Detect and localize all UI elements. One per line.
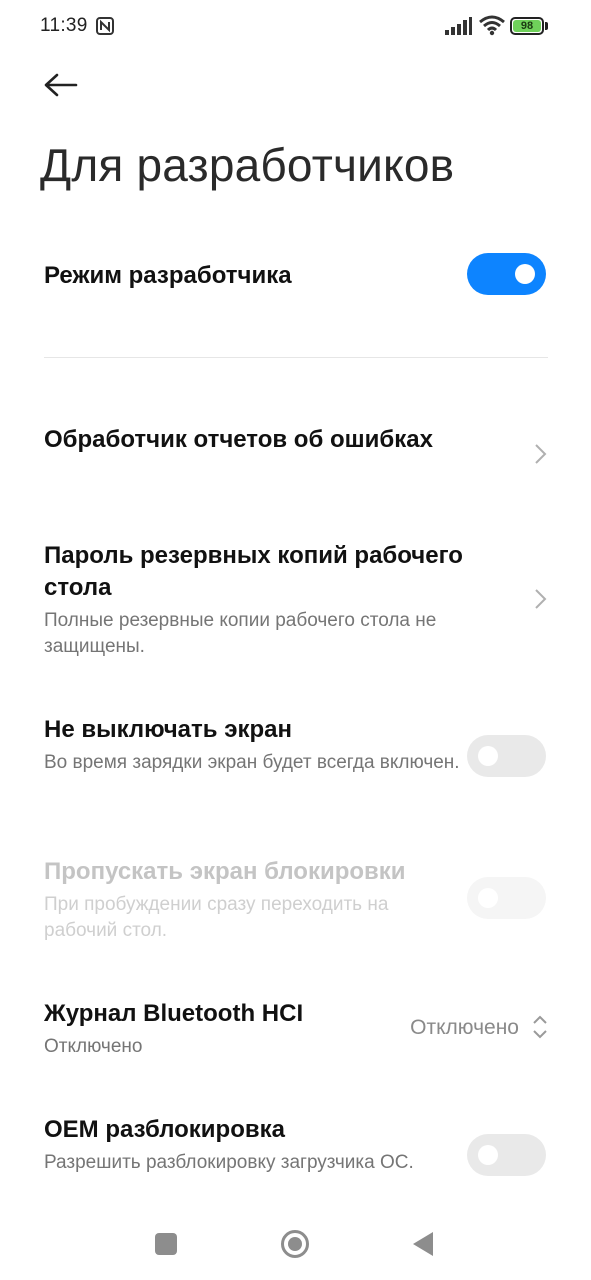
back-triangle-icon[interactable] [412, 1231, 434, 1257]
oem-unlock-row[interactable]: OEM разблокировка Разрешить разблокировк… [0, 1114, 591, 1204]
developer-options-screen: 11:39 98 Для разработчиков Режим разрабо… [0, 0, 591, 1280]
oem-unlock-toggle[interactable] [467, 1134, 546, 1176]
skip-lockscreen-subtitle: При пробуждении сразу переходить на рабо… [44, 894, 389, 941]
developer-mode-toggle[interactable] [467, 253, 546, 295]
oem-unlock-subtitle: Разрешить разблокировку загрузчика ОС. [44, 1152, 414, 1173]
bug-report-row[interactable]: Обработчик отчетов об ошибках [0, 420, 591, 490]
page-title: Для разработчиков [40, 139, 455, 191]
skip-lockscreen-toggle [467, 877, 546, 919]
backup-password-subtitle: Полные резервные копии рабочего стола не… [44, 610, 437, 657]
stay-awake-subtitle: Во время зарядки экран будет всегда вклю… [44, 752, 460, 773]
arrow-left-icon[interactable] [40, 66, 82, 108]
bug-report-title: Обработчик отчетов об ошибках [44, 426, 433, 453]
chevron-right-icon [535, 589, 547, 609]
oem-unlock-title: OEM разблокировка [44, 1116, 285, 1143]
battery-icon: 98 [510, 17, 548, 35]
wifi-icon [479, 15, 505, 36]
recents-square-icon[interactable] [155, 1233, 177, 1255]
stay-awake-row[interactable]: Не выключать экран Во время зарядки экра… [0, 714, 591, 804]
divider [44, 357, 548, 358]
stay-awake-toggle[interactable] [467, 735, 546, 777]
chevron-right-icon [535, 444, 547, 464]
skip-lockscreen-row: Пропускать экран блокировки При пробужде… [0, 856, 591, 946]
bt-hci-log-subtitle: Отключено [44, 1036, 143, 1057]
chevron-up-down-icon[interactable] [531, 1013, 549, 1041]
bt-hci-log-value[interactable]: Отключено [410, 1016, 519, 1040]
home-circle-icon[interactable] [280, 1229, 310, 1259]
battery-level: 98 [513, 20, 541, 32]
backup-password-row[interactable]: Пароль резервных копий рабочего стола По… [0, 540, 591, 665]
stay-awake-title: Не выключать экран [44, 716, 292, 743]
bt-hci-log-row[interactable]: Журнал Bluetooth HCI Отключено Отключено [0, 998, 591, 1062]
status-bar: 11:39 98 [0, 0, 591, 56]
status-time: 11:39 [40, 15, 88, 36]
nfc-icon [96, 17, 114, 35]
developer-mode-label: Режим разработчика [44, 262, 292, 289]
skip-lockscreen-title: Пропускать экран блокировки [44, 858, 406, 885]
backup-password-title: Пароль резервных копий рабочего стола [44, 542, 463, 601]
signal-icon [445, 17, 472, 35]
developer-mode-row[interactable]: Режим разработчика [0, 250, 591, 302]
